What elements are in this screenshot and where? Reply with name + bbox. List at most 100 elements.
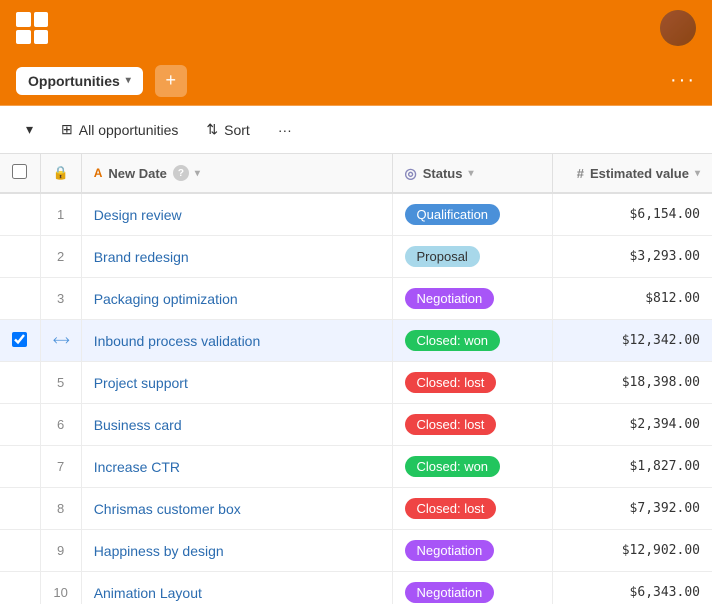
row-name-link[interactable]: Inbound process validation: [94, 333, 261, 349]
filter-toggle-button[interactable]: ▾: [16, 115, 43, 144]
value-col-label: Estimated value: [590, 166, 689, 181]
status-badge: Closed: won: [405, 330, 501, 351]
row-num-cell: 10: [40, 572, 81, 604]
row-name-link[interactable]: Increase CTR: [94, 459, 180, 475]
table-row: 7 Increase CTR Closed: won$1,827.00: [0, 446, 712, 488]
row-checkbox[interactable]: [12, 332, 27, 347]
row-checkbox-cell: [0, 404, 40, 446]
row-name-cell[interactable]: Chrismas customer box: [81, 488, 392, 530]
row-name-cell[interactable]: Inbound process validation: [81, 320, 392, 362]
row-name-cell[interactable]: Design review: [81, 193, 392, 236]
status-badge: Negotiation: [405, 540, 495, 561]
table-row: 8 Chrismas customer box Closed: lost $7,392…: [0, 488, 712, 530]
row-name-link[interactable]: Chrismas customer box: [94, 501, 241, 517]
table-row: 1Design reviewQualification$6,154.00: [0, 193, 712, 236]
row-value-cell: $1,827.00: [552, 446, 712, 488]
row-status-cell: Negotiation: [392, 278, 552, 320]
row-name-link[interactable]: Project support: [94, 375, 188, 391]
row-value-cell: $7,392.00: [552, 488, 712, 530]
status-badge: Closed: lost: [405, 372, 497, 393]
table-row: 6Business cardClosed: lost$2,394.00: [0, 404, 712, 446]
row-name-link[interactable]: Brand redesign: [94, 249, 189, 265]
sub-header: Opportunities ▾ + ···: [0, 56, 712, 106]
row-status-cell: Closed: lost: [392, 404, 552, 446]
toolbar: ▾ ⊞ All opportunities ⇅ Sort ···: [0, 106, 712, 154]
status-col-icon: ◎: [405, 165, 417, 182]
row-checkbox-cell: [0, 530, 40, 572]
more-options-button[interactable]: ···: [670, 69, 696, 92]
table-body: 1Design reviewQualification$6,154.002Bra…: [0, 193, 712, 604]
row-status-cell: Qualification: [392, 193, 552, 236]
row-name-link[interactable]: Packaging optimization: [94, 291, 238, 307]
table-row: 5Project supportClosed: lost$18,398.00: [0, 362, 712, 404]
name-col-sort-icon: ▾: [195, 168, 200, 179]
table-icon: ⊞: [61, 121, 73, 138]
row-value-cell: $6,154.00: [552, 193, 712, 236]
header-status-col[interactable]: ◎ Status ▾: [392, 154, 552, 193]
header-name-col[interactable]: A New Date ? ▾: [81, 154, 392, 193]
table-row: 2Brand redesignProposal$3,293.00: [0, 236, 712, 278]
row-name-cell[interactable]: Business card: [81, 404, 392, 446]
name-col-prefix-icon: A: [94, 166, 103, 180]
table-row: 3Packaging optimizationNegotiation$812.0…: [0, 278, 712, 320]
sort-button[interactable]: ⇅ Sort: [196, 115, 259, 144]
name-col-label: New Date: [108, 166, 167, 181]
app-grid-icon[interactable]: [16, 12, 48, 44]
row-value-cell: $12,902.00: [552, 530, 712, 572]
row-checkbox-cell: [0, 362, 40, 404]
opportunities-button[interactable]: Opportunities ▾: [16, 67, 143, 95]
add-button[interactable]: +: [155, 65, 187, 97]
sort-icon: ⇅: [206, 121, 218, 138]
row-status-cell: Closed: lost: [392, 488, 552, 530]
row-num-cell: 8: [40, 488, 81, 530]
row-status-cell: Closed: lost: [392, 362, 552, 404]
row-name-cell[interactable]: Increase CTR: [81, 446, 392, 488]
header-value-col[interactable]: # Estimated value ▾: [552, 154, 712, 193]
status-badge: Closed: lost: [405, 414, 497, 435]
status-badge: Qualification: [405, 204, 501, 225]
row-status-cell: Proposal: [392, 236, 552, 278]
expand-icon[interactable]: ⤢: [50, 330, 72, 352]
opportunities-label: Opportunities: [28, 73, 120, 89]
status-badge: Negotiation: [405, 288, 495, 309]
header-lock-col: 🔒: [40, 154, 81, 193]
row-checkbox-cell: [0, 446, 40, 488]
row-name-cell[interactable]: Animation Layout: [81, 572, 392, 604]
status-badge: Closed: lost: [405, 498, 497, 519]
row-status-cell: Negotiation: [392, 530, 552, 572]
top-bar: [0, 0, 712, 56]
toolbar-more-button[interactable]: ···: [268, 116, 302, 144]
status-badge: Negotiation: [405, 582, 495, 603]
header-checkbox-col: [0, 154, 40, 193]
view-toggle-button[interactable]: ⊞ All opportunities: [51, 115, 188, 144]
chevron-left-icon: ▾: [26, 121, 33, 138]
add-icon: +: [166, 70, 177, 91]
row-name-cell[interactable]: Happiness by design: [81, 530, 392, 572]
row-name-cell[interactable]: Packaging optimization: [81, 278, 392, 320]
row-name-link[interactable]: Design review: [94, 207, 182, 223]
lock-icon: 🔒: [53, 165, 69, 180]
row-status-cell: Closed: won: [392, 320, 552, 362]
row-name-link[interactable]: Happiness by design: [94, 543, 224, 559]
status-badge: Proposal: [405, 246, 480, 267]
row-name-cell[interactable]: Brand redesign: [81, 236, 392, 278]
row-name-link[interactable]: Business card: [94, 417, 182, 433]
select-all-checkbox[interactable]: [12, 164, 27, 179]
row-name-cell[interactable]: Project support: [81, 362, 392, 404]
avatar-image: [660, 10, 696, 46]
row-num-cell: ⤢: [40, 320, 81, 362]
sort-label: Sort: [224, 122, 250, 138]
value-col-sort-icon: ▾: [695, 168, 700, 179]
row-num-cell: 2: [40, 236, 81, 278]
table-row: 9Happiness by designNegotiation$12,902.0…: [0, 530, 712, 572]
info-icon: ?: [173, 165, 189, 181]
toolbar-more-icon: ···: [278, 122, 292, 138]
top-bar-left: [16, 12, 48, 44]
row-num-cell: 7: [40, 446, 81, 488]
row-status-cell: Closed: won: [392, 446, 552, 488]
row-checkbox-cell: [0, 193, 40, 236]
row-name-link[interactable]: Animation Layout: [94, 585, 202, 601]
chevron-down-icon: ▾: [126, 75, 131, 86]
more-icon: ···: [670, 69, 696, 91]
avatar[interactable]: [660, 10, 696, 46]
